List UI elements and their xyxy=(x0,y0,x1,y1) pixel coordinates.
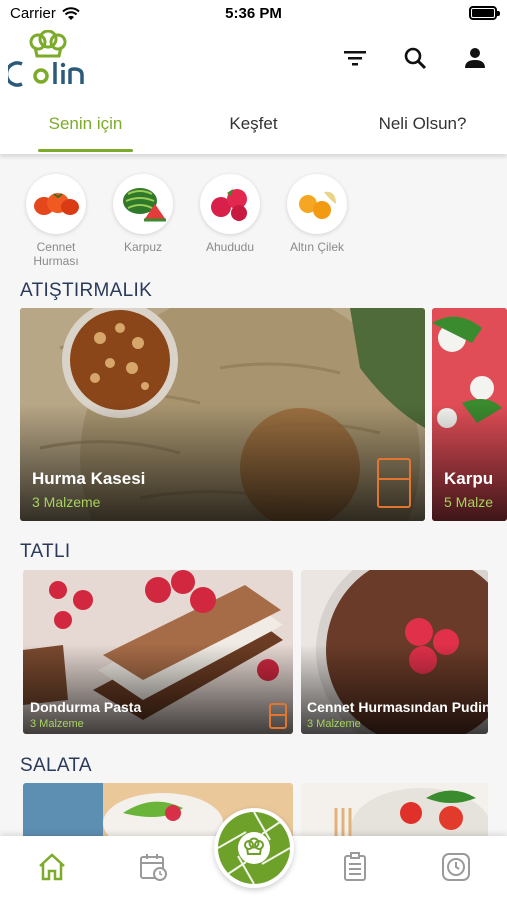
recipe-card[interactable]: Dondurma Pasta 3 Malzeme xyxy=(23,570,293,734)
recipe-title: Dondurma Pasta xyxy=(30,699,142,715)
center-cook-button[interactable] xyxy=(214,808,294,888)
profile-icon[interactable] xyxy=(461,44,489,72)
status-time: 5:36 PM xyxy=(225,5,282,22)
golden-berry-image xyxy=(287,174,347,234)
recipe-ingredient-count: 3 Malzeme xyxy=(30,718,84,730)
recipe-title: Karpu xyxy=(444,469,494,488)
ingredient-label: Ahududu xyxy=(205,240,255,254)
recipe-ingredient-count: 3 Malzeme xyxy=(307,718,361,730)
recipe-card[interactable]: Cennet Hurmasından Puding 3 Malzeme xyxy=(301,570,488,734)
header-actions xyxy=(341,44,489,72)
recipe-card[interactable]: Hurma Kasesi 3 Malzeme xyxy=(20,308,425,521)
ingredient-label: Altın Çilek xyxy=(289,240,345,254)
ingredient-item[interactable]: Ahududu xyxy=(198,174,262,254)
section-title-snack: ATIŞTIRMALIK xyxy=(20,280,153,301)
app-header xyxy=(0,28,507,94)
tab-kesfet[interactable]: Keşfet xyxy=(206,114,301,134)
recipe-card[interactable]: Karpu 5 Malze xyxy=(432,308,507,521)
search-icon[interactable] xyxy=(401,44,429,72)
fridge-icon[interactable] xyxy=(269,703,287,729)
tab-senin-icin[interactable]: Senin için xyxy=(38,114,133,134)
status-bar: Carrier 5:36 PM xyxy=(0,0,507,28)
history-icon[interactable] xyxy=(439,850,473,884)
culin-logo[interactable] xyxy=(8,30,98,92)
list-icon[interactable] xyxy=(338,850,372,884)
ingredient-label: Karpuz xyxy=(123,240,163,254)
battery-icon xyxy=(469,6,500,20)
fridge-icon[interactable] xyxy=(377,458,411,508)
filter-icon[interactable] xyxy=(341,44,369,72)
section-title-salad: SALATA xyxy=(20,755,92,776)
recipe-ingredient-count: 3 Malzeme xyxy=(32,494,101,510)
recipe-ingredient-count: 5 Malze xyxy=(444,494,494,510)
section-title-dessert: TATLI xyxy=(20,541,71,562)
ingredient-label: Cennet Hurması xyxy=(33,240,79,268)
ingredient-carousel: Cennet Hurması Karpuz Ahududu Altın Çile… xyxy=(0,170,507,270)
aperture-shape xyxy=(218,812,290,884)
chef-hat-icon xyxy=(218,812,290,884)
ingredient-item[interactable]: Altın Çilek xyxy=(285,174,349,254)
raspberry-image xyxy=(200,174,260,234)
recipe-title: Hurma Kasesi xyxy=(32,469,146,488)
tab-neli-olsun[interactable]: Neli Olsun? xyxy=(365,114,480,134)
persimmon-image xyxy=(26,174,86,234)
ingredient-item[interactable]: Karpuz xyxy=(111,174,175,254)
tab-bar: Senin için Keşfet Neli Olsun? xyxy=(0,94,507,154)
recipe-title: Cennet Hurmasından Puding xyxy=(307,699,488,715)
recipe-image-tomato-salad xyxy=(301,783,488,843)
ingredient-item[interactable]: Cennet Hurması xyxy=(24,174,88,268)
watermelon-image xyxy=(113,174,173,234)
recipe-card[interactable] xyxy=(301,783,488,843)
tab-indicator xyxy=(38,149,133,152)
home-icon[interactable] xyxy=(35,850,69,884)
calendar-icon[interactable] xyxy=(136,850,170,884)
